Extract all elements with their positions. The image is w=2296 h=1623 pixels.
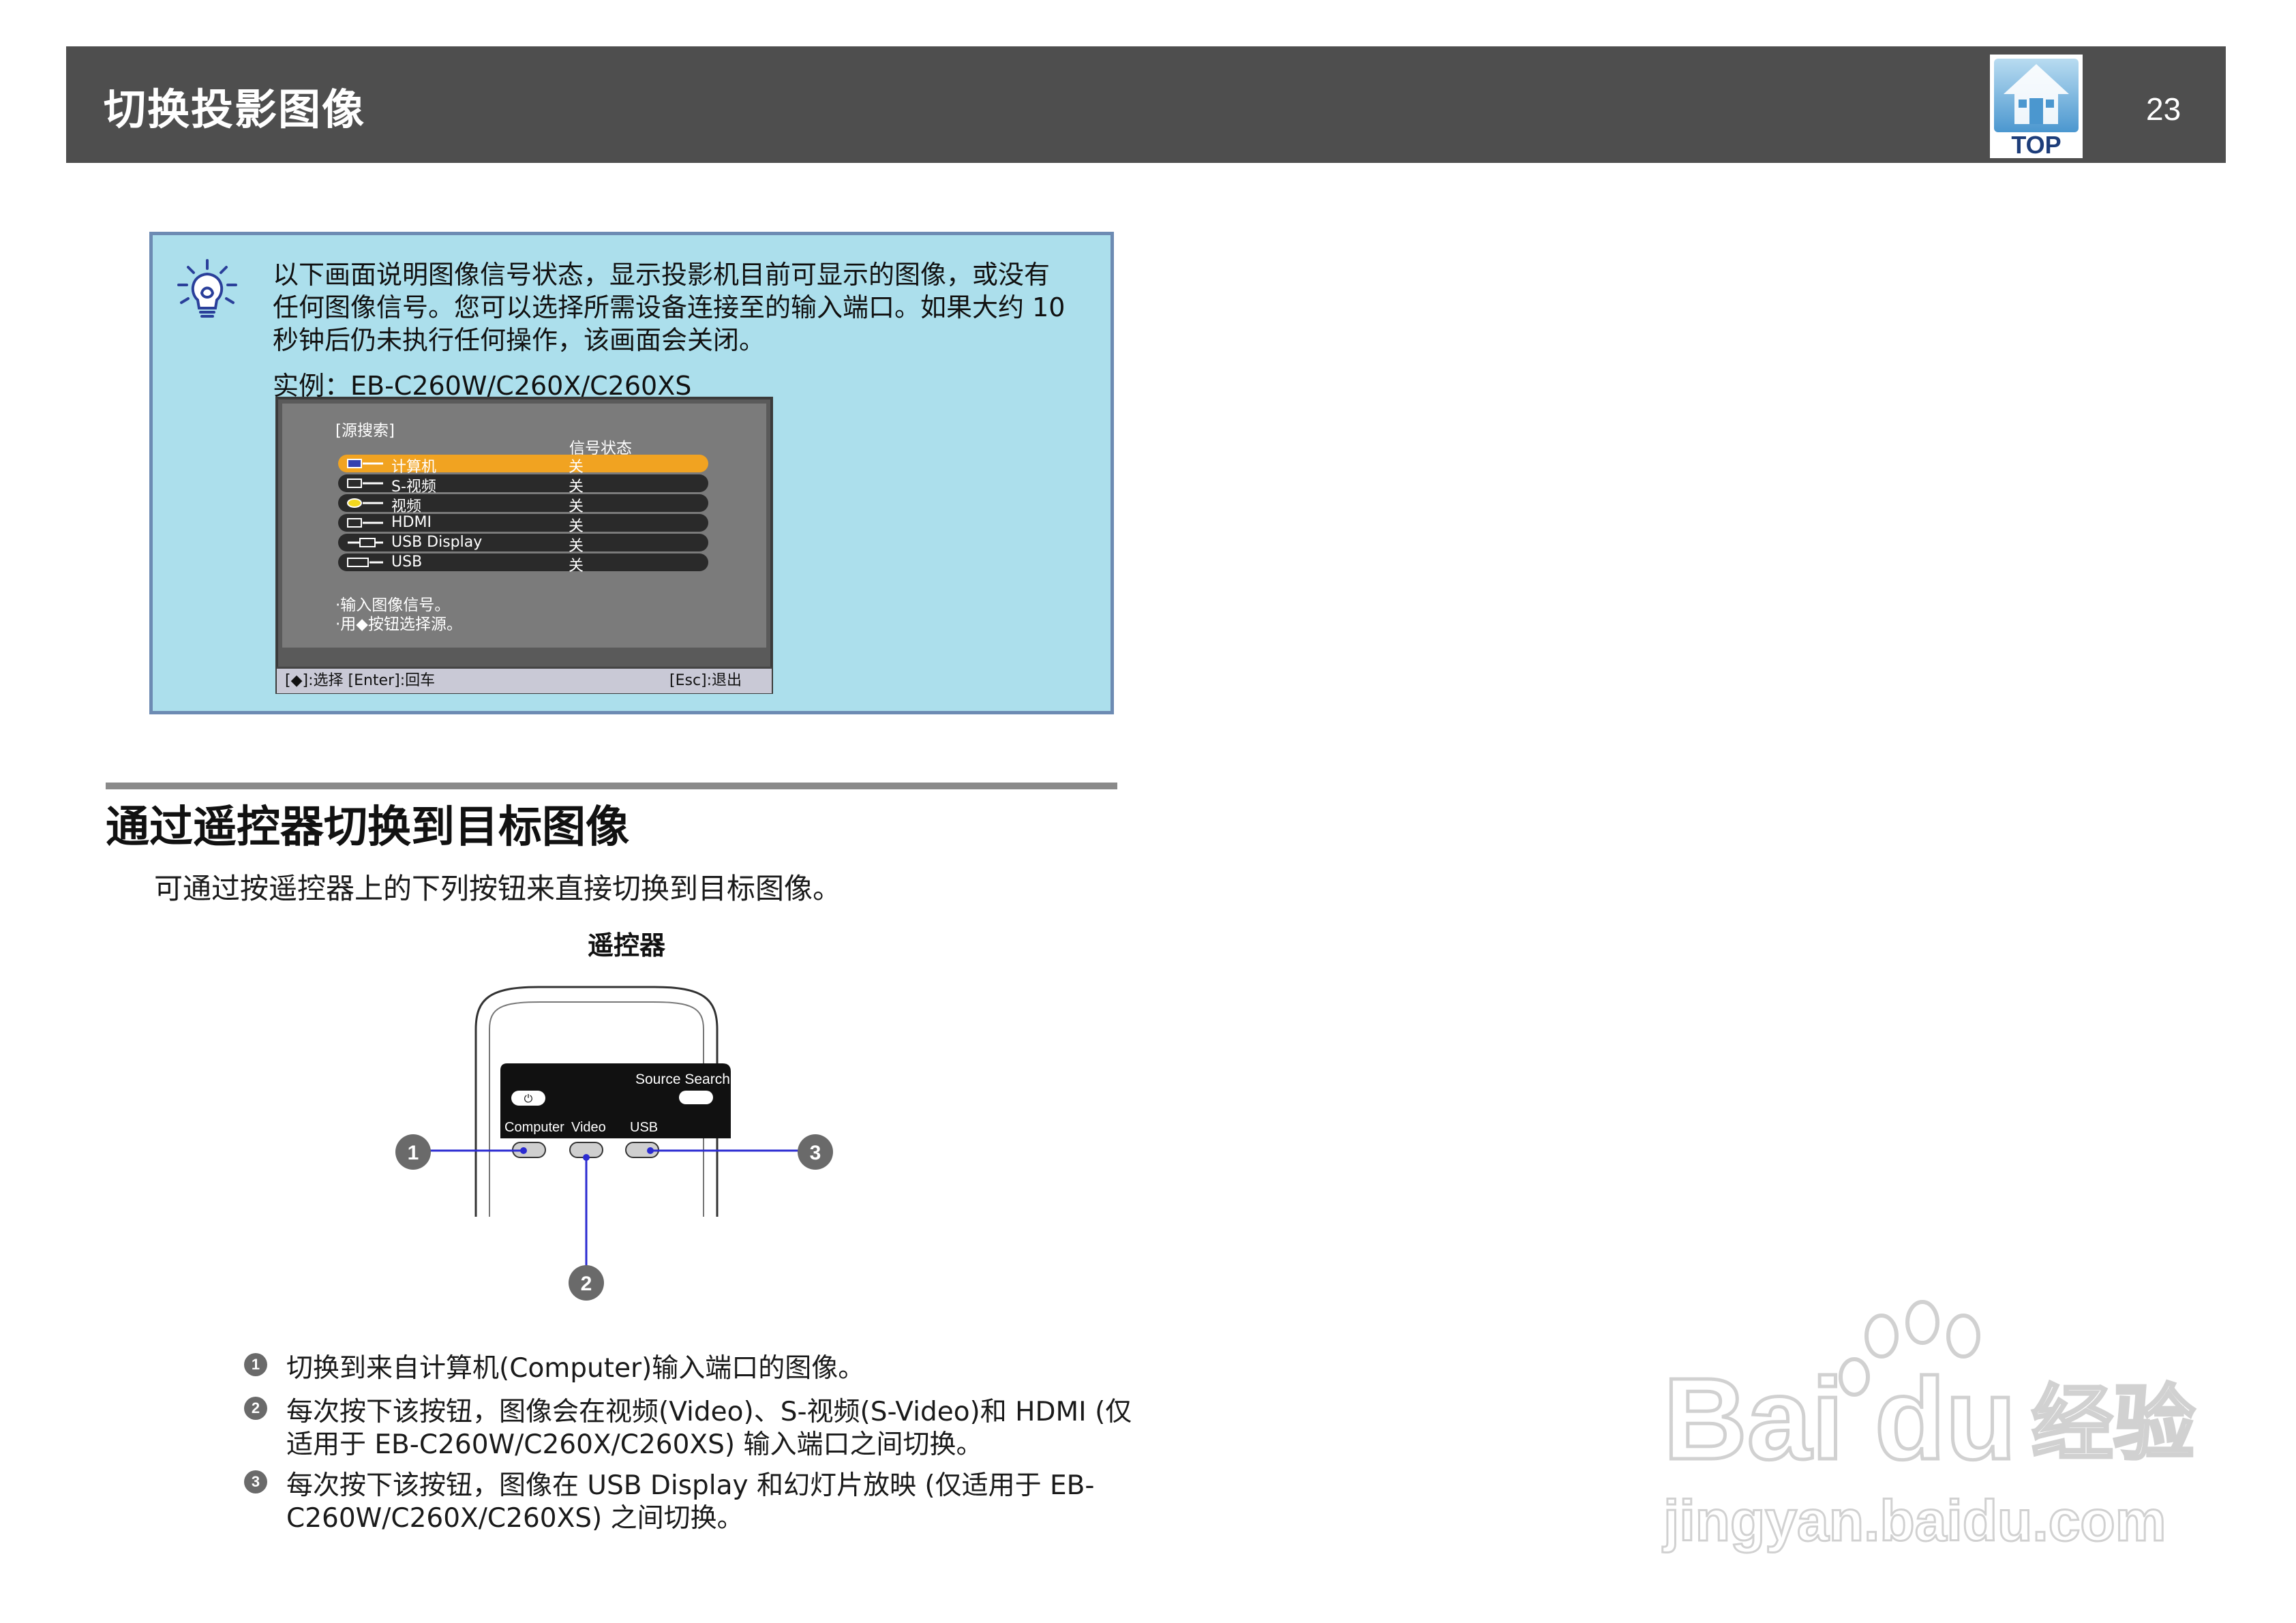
tip-text-line-1: 以下画面说明图像信号状态，显示投影机目前可显示的图像，或没有	[273, 260, 1051, 290]
source-label-usb-display: USB Display	[391, 534, 483, 551]
list-item-3-line-2: C260W/C260X/C260XS) 之间切换。	[286, 1503, 744, 1534]
source-status-usb: 关	[569, 558, 584, 575]
screen-title: [源搜索]	[335, 422, 395, 440]
callout-1-number: 1	[408, 1142, 419, 1164]
source-label-s-video: S-视频	[391, 479, 436, 496]
tip-text-line-3: 秒钟后仍未执行任何操作，该画面会关闭。	[273, 325, 766, 355]
computer-label: Computer	[504, 1120, 564, 1135]
source-status-usb-display: 关	[569, 538, 584, 555]
usb-display-port-icon	[348, 538, 383, 547]
source-search-label: Source Search	[635, 1072, 730, 1087]
source-status-hdmi: 关	[569, 518, 584, 535]
usb-label: USB	[630, 1120, 658, 1135]
source-label-hdmi: HDMI	[391, 514, 432, 531]
screen-footer-exit: [Esc]:退出	[669, 672, 742, 689]
svg-text:du: du	[1875, 1354, 2016, 1484]
screen-footer-controls: [◆]:选择 [Enter]:回车	[285, 672, 436, 689]
tip-text-line-2: 任何图像信号。您可以选择所需设备连接至的输入端口。如果大约 10	[273, 292, 1066, 322]
source-status-computer: 关	[569, 459, 584, 476]
section-intro: 可通过按遥控器上的下列按钮来直接切换到目标图像。	[154, 872, 842, 905]
lightbulb-tip-icon	[177, 259, 237, 318]
page-title: 切换投影图像	[104, 85, 366, 134]
video-port-icon	[347, 498, 383, 508]
page-number: 23	[2146, 91, 2181, 127]
video-label: Video	[571, 1120, 606, 1135]
computer-port-icon	[347, 459, 383, 468]
source-label-usb: USB	[391, 553, 423, 571]
list-item-1: 切换到来自计算机(Computer)输入端口的图像。	[286, 1353, 865, 1384]
source-search-button	[679, 1091, 713, 1104]
hdmi-port-icon	[347, 518, 383, 528]
callout-2-number: 2	[581, 1273, 592, 1295]
section-title: 通过遥控器切换到目标图像	[106, 802, 629, 853]
screen-hint-select: ·用◆按钮选择源。	[335, 616, 462, 633]
source-label-computer: 计算机	[391, 459, 437, 476]
top-button[interactable]: TOP	[1990, 55, 2083, 159]
source-status-video: 关	[569, 498, 584, 515]
source-label-video: 视频	[391, 498, 422, 515]
svg-text:Bai: Bai	[1663, 1354, 1844, 1484]
remote-caption: 遥控器	[588, 930, 666, 960]
source-status-s-video: 关	[569, 479, 584, 496]
list-marker-2: 2	[244, 1397, 267, 1420]
power-icon: ⏻	[524, 1092, 533, 1105]
list-marker-1: 1	[244, 1353, 267, 1376]
list-marker-3: 3	[244, 1470, 267, 1493]
usb-port-icon	[347, 558, 383, 567]
remote-control-diagram: Source Search ⏻ Computer Video USB 1 2 3	[395, 986, 833, 1301]
s-video-port-icon	[347, 479, 383, 488]
top-button-label: TOP	[2011, 131, 2061, 159]
home-icon	[1994, 59, 2079, 132]
baidu-jingyan-watermark-logo: Bai du 经验 jingyan.baidu.com	[1661, 1300, 2196, 1554]
svg-text:经验: 经验	[2031, 1377, 2195, 1472]
section-divider	[106, 783, 1117, 789]
page-header-bar	[66, 46, 2226, 163]
callout-3-number: 3	[810, 1142, 821, 1164]
svg-text:jingyan.baidu.com: jingyan.baidu.com	[1662, 1489, 2166, 1553]
list-item-2-line-2: 适用于 EB-C260W/C260X/C260XS) 输入端口之间切换。	[286, 1429, 983, 1460]
